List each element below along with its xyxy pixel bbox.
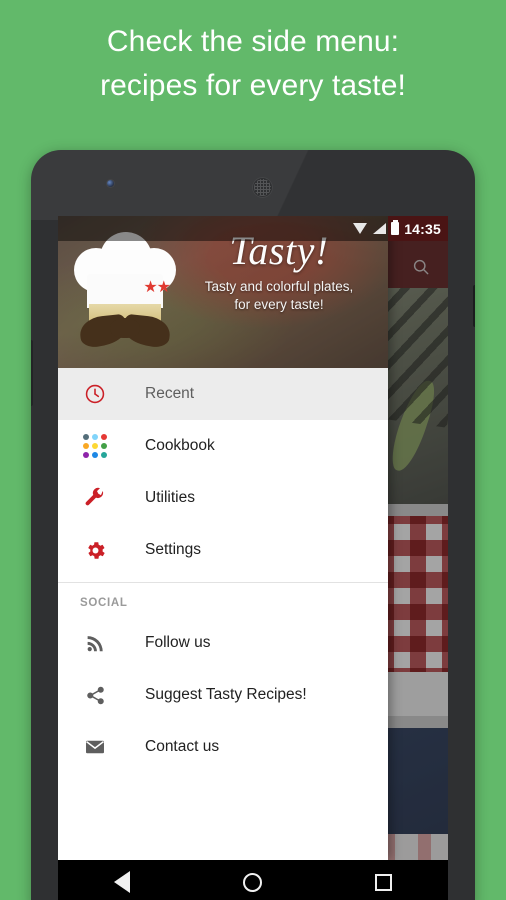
battery-icon [391, 220, 400, 235]
clock-icon [80, 379, 110, 409]
tagline-line-1: Tasty and colorful plates, [204, 279, 354, 294]
drawer-item-cookbook[interactable]: Cookbook [58, 420, 388, 472]
drawer-item-suggest-recipes[interactable]: Suggest Tasty Recipes! [58, 669, 388, 721]
chef-hat-logo: ★★ [70, 228, 180, 350]
tagline-line-2: for every taste! [234, 297, 324, 313]
drawer-item-label: Recent [145, 385, 195, 402]
moustache-center [110, 318, 140, 338]
volume-button[interactable] [31, 340, 33, 406]
wrench-icon [80, 483, 110, 513]
drawer-item-recent[interactable]: Recent [58, 368, 388, 420]
mail-icon [80, 732, 110, 762]
drawer-item-label: Suggest Tasty Recipes! [145, 686, 307, 703]
logo-stars-icon: ★★ [143, 279, 171, 296]
moustache-icon [78, 313, 172, 350]
drawer-item-settings[interactable]: Settings [58, 524, 388, 576]
phone-device-mockup: h egg ★★ [31, 150, 475, 900]
drawer-section-label: SOCIAL [80, 597, 128, 609]
home-circle-icon[interactable] [242, 872, 262, 892]
navigation-drawer: ★★ Tasty! Tasty and colorful plates, for… [58, 216, 388, 860]
phone-screen: h egg ★★ [58, 216, 448, 860]
brand-block: Tasty! Tasty and colorful plates, for ev… [184, 230, 374, 314]
promo-line-1: Check the side menu: [106, 25, 400, 58]
drawer-menu-list: Recent Cookbook Utilities Settings SOCIA… [58, 368, 388, 860]
signal-icon [373, 223, 387, 234]
promo-line-2: recipes for every taste! [100, 68, 406, 102]
recents-square-icon[interactable] [374, 873, 392, 891]
drawer-item-label: Utilities [145, 489, 195, 506]
share-icon [80, 680, 110, 710]
drawer-item-label: Settings [145, 541, 202, 558]
back-triangle-icon[interactable] [114, 871, 131, 893]
status-bar-clock: 14:35 [404, 220, 441, 237]
drawer-item-contact-us[interactable]: Contact us [58, 721, 388, 773]
drawer-item-utilities[interactable]: Utilities [58, 472, 388, 524]
earpiece-speaker-icon [252, 177, 273, 198]
power-button[interactable] [473, 285, 475, 327]
front-camera-icon [107, 180, 114, 187]
phone-top-bezel [31, 150, 475, 216]
android-navigation-bar [58, 860, 448, 900]
drawer-item-label: Cookbook [145, 437, 215, 454]
dots-grid [83, 434, 107, 458]
rss-icon [80, 628, 110, 658]
brand-tagline: Tasty and colorful plates, for every tas… [184, 278, 374, 314]
wifi-icon [353, 223, 368, 234]
promo-headline: Check the side menu: recipes for every t… [0, 20, 506, 107]
apps-grid-icon [80, 431, 110, 461]
status-bar: 14:35 [58, 216, 448, 241]
drawer-item-label: Contact us [145, 738, 220, 755]
drawer-item-follow-us[interactable]: Follow us [58, 617, 388, 669]
drawer-item-label: Follow us [145, 634, 211, 651]
gear-icon [80, 535, 110, 565]
